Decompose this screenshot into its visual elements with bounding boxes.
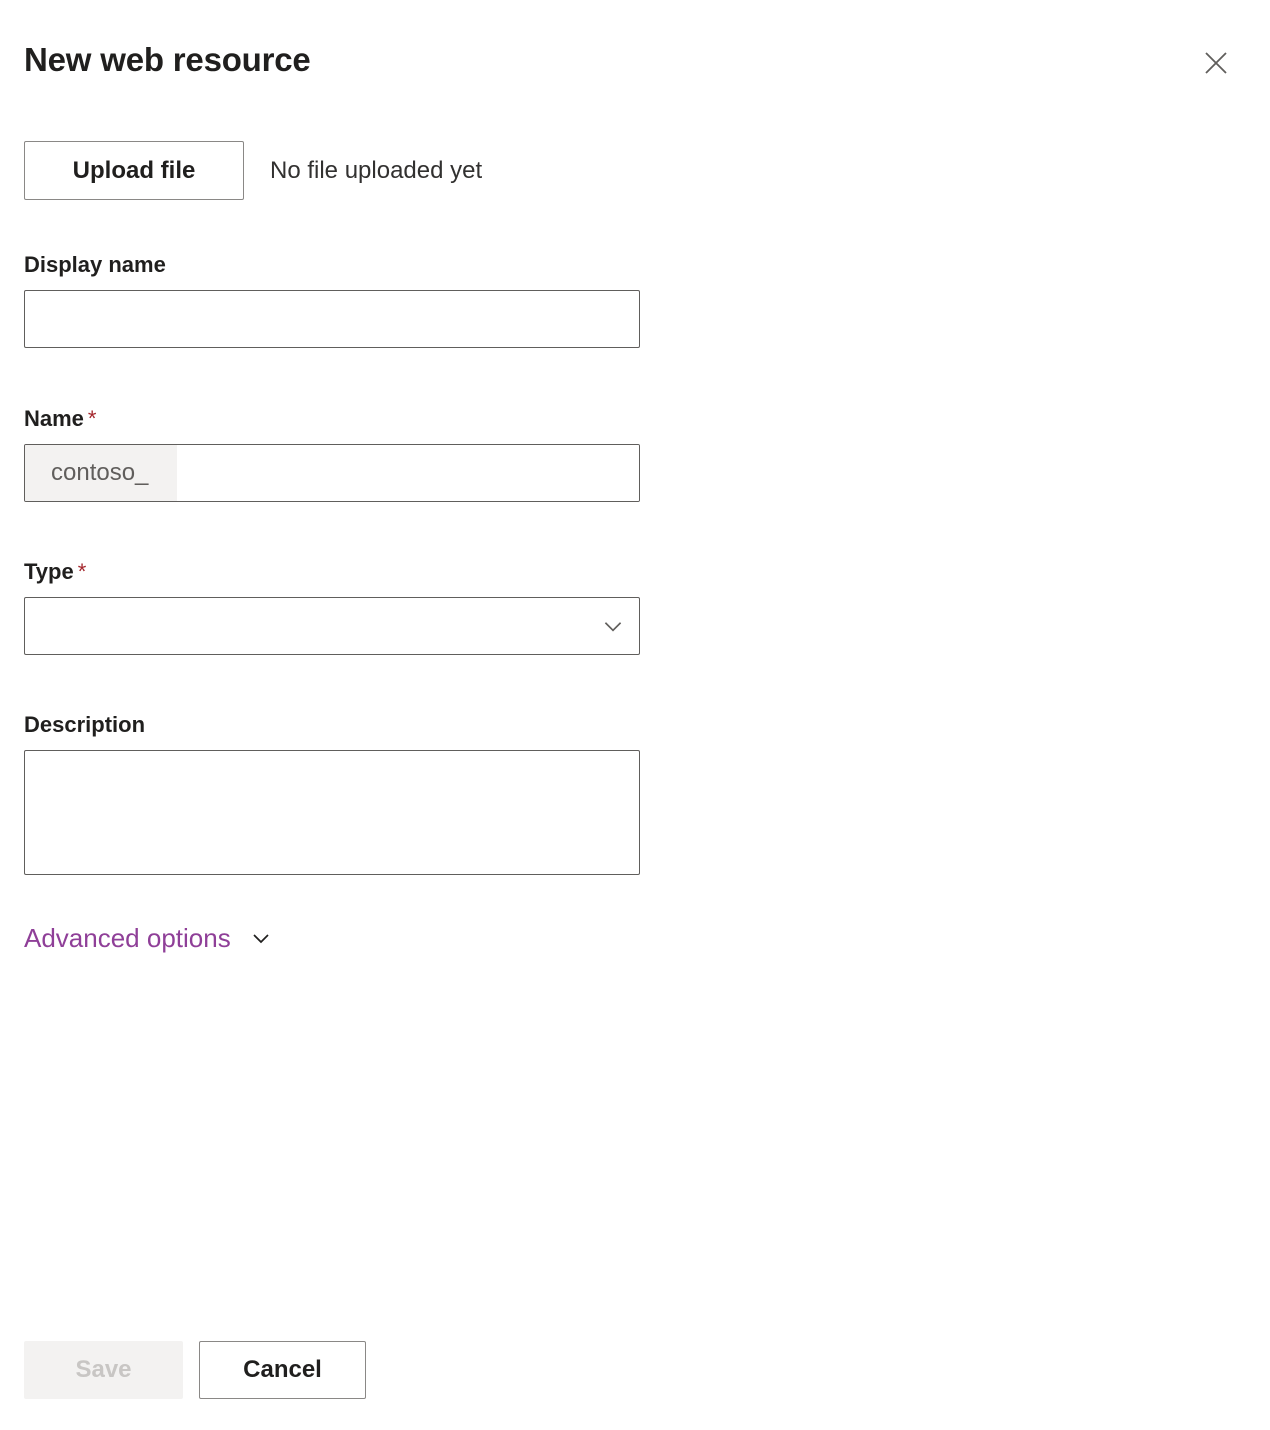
- chevron-down-icon: [587, 613, 639, 639]
- close-button[interactable]: [1190, 37, 1242, 89]
- upload-status-text: No file uploaded yet: [270, 156, 483, 184]
- type-dropdown[interactable]: [24, 597, 640, 655]
- upload-row: Upload file No file uploaded yet: [24, 141, 482, 200]
- save-button[interactable]: Save: [24, 1341, 183, 1399]
- field-description: Description: [24, 710, 640, 880]
- close-icon: [1200, 47, 1232, 79]
- field-type: Type *: [24, 557, 640, 655]
- type-required-marker: *: [77, 559, 87, 584]
- name-label: Name *: [24, 404, 640, 434]
- name-prefix: contoso_: [25, 445, 177, 501]
- upload-file-button[interactable]: Upload file: [24, 141, 244, 200]
- cancel-button[interactable]: Cancel: [199, 1341, 366, 1399]
- chevron-down-icon: [249, 926, 273, 950]
- advanced-options-label: Advanced options: [24, 923, 231, 953]
- description-input[interactable]: [24, 750, 640, 875]
- display-name-label: Display name: [24, 252, 166, 277]
- panel-header: New web resource: [0, 0, 1270, 118]
- name-required-marker: *: [87, 406, 97, 431]
- name-input[interactable]: [177, 445, 639, 501]
- name-label-text: Name: [24, 406, 84, 431]
- new-web-resource-panel: New web resource Upload file No file upl…: [0, 0, 1270, 1430]
- description-label: Description: [24, 712, 146, 737]
- type-label-text: Type: [24, 559, 74, 584]
- advanced-options-toggle[interactable]: Advanced options: [24, 921, 273, 955]
- name-input-group: contoso_: [24, 444, 640, 502]
- field-display-name: Display name: [24, 250, 640, 348]
- panel-footer: Save Cancel: [24, 1341, 366, 1399]
- page-title: New web resource: [24, 41, 311, 78]
- field-name: Name * contoso_: [24, 404, 640, 502]
- type-label: Type *: [24, 557, 640, 587]
- display-name-input[interactable]: [24, 290, 640, 348]
